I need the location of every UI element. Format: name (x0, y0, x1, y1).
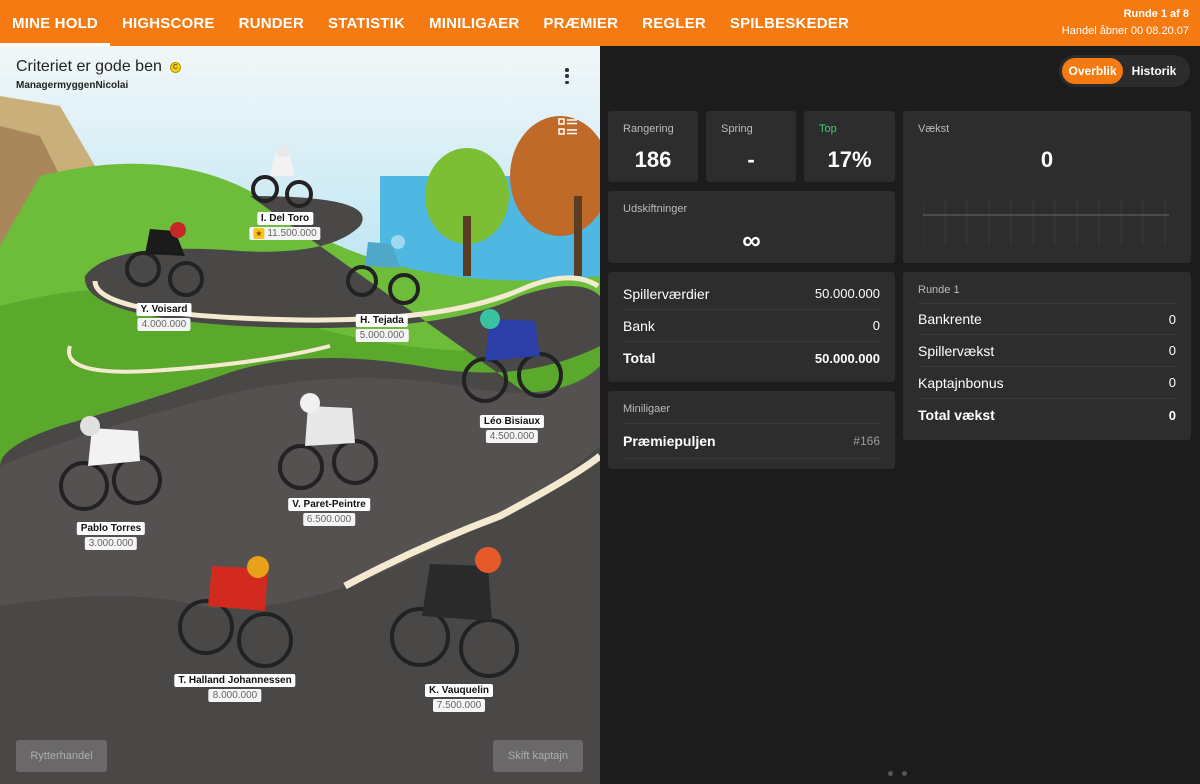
nav-regler[interactable]: REGLER (630, 0, 718, 46)
rider-card[interactable]: T. Halland Johannessen 8.000.000 (174, 674, 296, 702)
jump-card: Spring - (706, 111, 796, 182)
ranking-label: Rangering (623, 123, 674, 135)
infinity-value: ∞ (742, 225, 761, 255)
trade-countdown: Handel åbner 00 08.20.07 (1061, 25, 1189, 37)
ranking-value: 186 (634, 147, 672, 172)
nav-praemier[interactable]: PRÆMIER (531, 0, 630, 46)
rider-trade-button[interactable]: Rytterhandel (16, 740, 107, 772)
jump-label: Spring (721, 123, 753, 135)
nav-mine-hold[interactable]: MINE HOLD (0, 0, 110, 46)
rider-card[interactable]: Y. Voisard 4.000.000 (136, 303, 192, 331)
rider-name: K. Vauquelin (424, 684, 494, 697)
round-row: Bankrente 0 (918, 303, 1176, 335)
rider-name: V. Paret-Peintre (288, 498, 370, 511)
more-options-icon[interactable] (562, 66, 572, 86)
rider-name: I. Del Toro (256, 212, 314, 225)
nav-highscore[interactable]: HIGHSCORE (110, 0, 227, 46)
ranking-card: Rangering 186 (608, 111, 698, 182)
round-total-row: Total vækst 0 (918, 407, 1176, 423)
nav-miniligaer[interactable]: MINILIGAER (417, 0, 531, 46)
rider-name: T. Halland Johannessen (174, 674, 296, 687)
round-card: Runde 1 Bankrente 0 Spillervækst 0 Kaptajn… (903, 272, 1191, 440)
nav-runder[interactable]: RUNDER (227, 0, 316, 46)
round-info: Runde 1 af 8 Handel åbner 00 08.20.07 (1062, 0, 1200, 46)
top-value: 17% (827, 147, 872, 172)
round-row: Spillervækst 0 (918, 335, 1176, 367)
minileague-item[interactable]: Præmiepuljen #166 (623, 423, 880, 459)
top-nav-bar: MINE HOLD HIGHSCORE RUNDER STATISTIK MIN… (0, 0, 1200, 46)
rider-price: 6.500.000 (302, 513, 356, 526)
team-panel: Criteriet er gode ben C ManagermyggenNic… (0, 46, 600, 784)
view-toggle: Overblik Historik (1059, 55, 1190, 87)
rider-card[interactable]: Léo Bisiaux 4.500.000 (479, 415, 545, 443)
substitutions-card: Udskiftninger ∞ (608, 191, 895, 263)
jump-value: - (747, 147, 755, 172)
tab-overview[interactable]: Overblik (1062, 58, 1123, 84)
finance-total-row: Total 50.000.000 (623, 350, 880, 366)
rider-price: 5.000.000 (355, 329, 409, 342)
finance-card: Spillerværdier 50.000.000 Bank 0 Total 50.0… (608, 272, 895, 382)
rider-card[interactable]: I. Del Toro ★ 11.500.000 (249, 212, 321, 240)
finance-row: Spillerværdier 50.000.000 (623, 278, 880, 310)
growth-card: Vækst 0 (903, 111, 1191, 263)
main-nav: MINE HOLD HIGHSCORE RUNDER STATISTIK MIN… (0, 0, 861, 46)
substitutions-label: Udskiftninger (623, 203, 688, 215)
change-captain-button[interactable]: Skift kaptajn (493, 740, 583, 772)
rider-name: Y. Voisard (136, 303, 192, 316)
round-card-title: Runde 1 (918, 284, 960, 296)
rider-price: 7.500.000 (432, 699, 486, 712)
rider-price: 4.000.000 (137, 318, 191, 331)
coin-icon: C (169, 61, 181, 73)
nav-statistik[interactable]: STATISTIK (316, 0, 417, 46)
finance-row: Bank 0 (623, 310, 880, 342)
round-row: Kaptajnbonus 0 (918, 367, 1176, 399)
top-card: Top 17% (804, 111, 895, 182)
rider-card[interactable]: V. Paret-Peintre 6.500.000 (288, 498, 370, 526)
captain-star-icon: ★ (253, 228, 265, 239)
manager-name: ManagermyggenNicolai (16, 80, 129, 91)
rider-price: ★ 11.500.000 (249, 227, 321, 240)
team-name: Criteriet er gode ben (16, 58, 162, 75)
nav-spilbeskeder[interactable]: SPILBESKEDER (718, 0, 861, 46)
team-header: Criteriet er gode ben C ManagermyggenNic… (16, 58, 181, 91)
growth-label: Vækst (918, 123, 950, 135)
round-label: Runde 1 af 8 (1123, 8, 1189, 20)
rider-name: Léo Bisiaux (479, 415, 545, 428)
team-name-row: Criteriet er gode ben C (16, 58, 181, 76)
overview-panel: Overblik Historik Rangering 186 Spring -… (600, 46, 1200, 784)
minileagues-title: Miniligaer (623, 403, 671, 415)
rider-card[interactable]: K. Vauquelin 7.500.000 (424, 684, 494, 712)
rider-card[interactable]: H. Tejada 5.000.000 (355, 314, 409, 342)
rider-price: 4.500.000 (485, 430, 539, 443)
growth-sparkline (923, 201, 1169, 245)
rider-card[interactable]: Pablo Torres 3.000.000 (76, 522, 146, 550)
rider-name: Pablo Torres (76, 522, 146, 535)
minileagues-card: Miniligaer Præmiepuljen #166 (608, 391, 895, 469)
top-label: Top (819, 123, 837, 135)
tab-history[interactable]: Historik (1123, 58, 1185, 84)
pager-dots (888, 771, 907, 776)
rider-name: H. Tejada (356, 314, 408, 327)
list-view-icon[interactable] (558, 118, 578, 136)
rider-price: 8.000.000 (208, 689, 262, 702)
growth-value: 0 (1040, 147, 1054, 172)
rider-price: 3.000.000 (84, 537, 138, 550)
